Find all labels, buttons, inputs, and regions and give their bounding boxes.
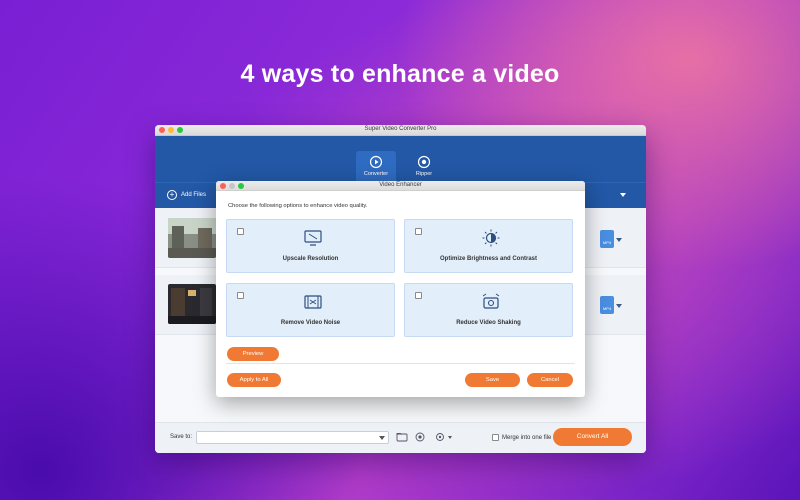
- option-label: Upscale Resolution: [282, 256, 339, 262]
- option-upscale-resolution[interactable]: Upscale Resolution: [226, 219, 395, 273]
- option-label: Optimize Brightness and Contrast: [439, 256, 537, 262]
- app-title: Super Video Converter Pro: [364, 126, 437, 132]
- option-reduce-shaking[interactable]: Reduce Video Shaking: [404, 283, 573, 337]
- tab-converter-label: Converter: [363, 171, 389, 177]
- settings-icon[interactable]: [434, 431, 456, 443]
- tab-ripper-label: Ripper: [415, 171, 433, 177]
- tab-ripper[interactable]: Ripper: [404, 151, 444, 183]
- chevron-down-icon[interactable]: [614, 190, 632, 200]
- film-icon: [304, 295, 322, 309]
- chevron-down-icon[interactable]: [616, 304, 622, 308]
- tab-converter[interactable]: Converter: [356, 151, 396, 183]
- shaking-checkbox[interactable]: [415, 292, 422, 299]
- add-files-label: Add Files: [181, 192, 207, 198]
- brightness-checkbox[interactable]: [415, 228, 422, 235]
- plus-icon: +: [167, 190, 177, 200]
- merge-label: Merge into one file: [502, 434, 552, 441]
- dialog-instruction: Choose the following options to enhance …: [228, 203, 368, 209]
- stabilize-icon: [482, 293, 500, 309]
- dialog-divider: [226, 363, 575, 364]
- noise-checkbox[interactable]: [237, 292, 244, 299]
- video-thumbnail: [168, 284, 216, 324]
- format-icon[interactable]: MP4: [600, 230, 614, 248]
- upscale-checkbox[interactable]: [237, 228, 244, 235]
- disc-icon: [417, 155, 431, 169]
- option-remove-noise[interactable]: Remove Video Noise: [226, 283, 395, 337]
- dialog-title: Video Enhancer: [379, 182, 422, 188]
- save-path-select[interactable]: [196, 431, 389, 444]
- preview-button[interactable]: Preview: [227, 347, 279, 361]
- folder-icon[interactable]: [396, 431, 408, 443]
- app-titlebar: Super Video Converter Pro: [155, 125, 646, 136]
- converter-icon: [369, 155, 383, 169]
- video-enhancer-dialog: Video Enhancer Choose the following opti…: [216, 181, 585, 397]
- merge-checkbox[interactable]: [492, 434, 499, 441]
- video-thumbnail: [168, 218, 216, 258]
- bottom-bar: Save to: Merge into one file Convert All: [155, 422, 646, 453]
- headline: 4 ways to enhance a video: [240, 60, 560, 88]
- apply-to-all-button[interactable]: Apply to All: [227, 373, 281, 387]
- brightness-icon: [482, 229, 500, 247]
- chevron-down-icon[interactable]: [616, 238, 622, 242]
- cancel-button[interactable]: Cancel: [527, 373, 573, 387]
- option-label: Remove Video Noise: [280, 320, 341, 326]
- format-icon[interactable]: MP4: [600, 296, 614, 314]
- option-optimize-brightness[interactable]: Optimize Brightness and Contrast: [404, 219, 573, 273]
- save-button[interactable]: Save: [465, 373, 520, 387]
- option-label: Reduce Video Shaking: [456, 320, 521, 326]
- monitor-icon: [304, 230, 322, 246]
- merge-option[interactable]: Merge into one file: [492, 434, 551, 441]
- add-files-button[interactable]: + Add Files: [167, 190, 206, 200]
- dialog-titlebar: Video Enhancer: [216, 181, 585, 191]
- hardware-acceleration-icon[interactable]: [414, 431, 426, 443]
- save-to-label: Save to:: [170, 434, 193, 440]
- convert-all-button[interactable]: Convert All: [553, 428, 632, 446]
- chevron-down-icon: [379, 436, 385, 440]
